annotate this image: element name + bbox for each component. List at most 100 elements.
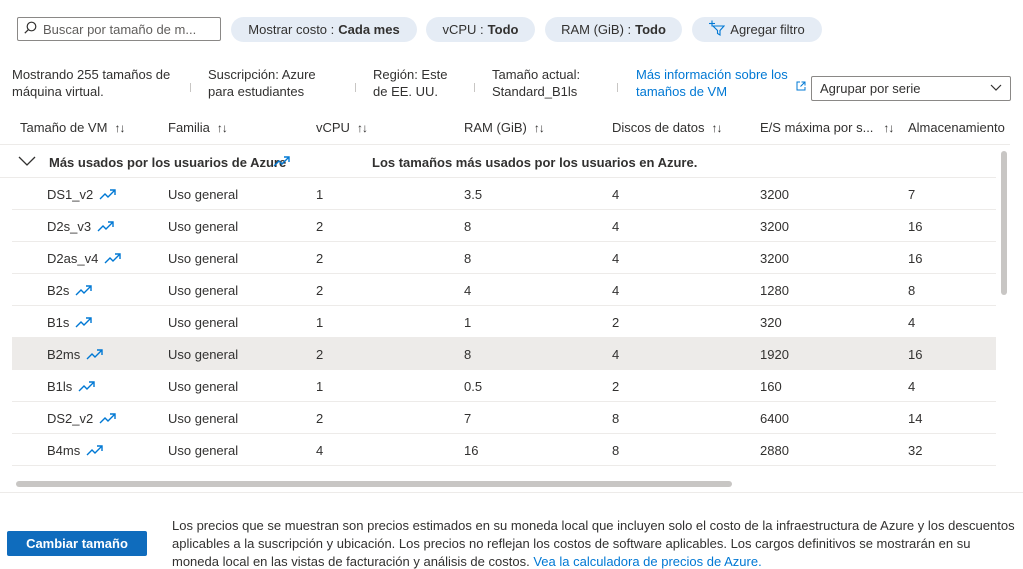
cell-size: B1s <box>47 315 93 331</box>
table-row[interactable]: B1s Uso general 1 1 2 320 4 <box>12 306 996 338</box>
table-row[interactable]: DS2_v2 Uso general 2 7 8 6400 14 <box>12 402 996 434</box>
cell-text: 32 <box>908 443 923 458</box>
cell-disks: 8 <box>612 443 619 458</box>
cell-ram: 8 <box>464 347 471 362</box>
table-row[interactable]: D2as_v4 Uso general 2 8 4 3200 16 <box>12 242 996 274</box>
column-header-data-disks[interactable]: Discos de datos ↑↓ <box>612 120 723 135</box>
cell-text: 16 <box>908 219 923 234</box>
table-row[interactable]: D2s_v3 Uso general 2 8 4 3200 16 <box>12 210 996 242</box>
search-input[interactable] <box>43 21 213 37</box>
pricing-note: Los precios que se muestran son precios … <box>172 517 1017 569</box>
cell-storage: 32 <box>908 443 922 458</box>
cell-storage: 4 <box>908 315 915 330</box>
vm-sizes-info-link[interactable]: Más información sobre los tamaños de VM <box>636 66 796 100</box>
current-size-info: Tamaño actual: Standard_B1ls <box>492 66 580 100</box>
external-link-icon[interactable] <box>796 79 806 94</box>
sort-icon[interactable]: ↑↓ <box>114 121 125 135</box>
sort-icon[interactable]: ↑↓ <box>712 121 723 135</box>
group-by-dropdown[interactable]: Agrupar por serie <box>811 76 1011 101</box>
cell-vcpu: 1 <box>316 187 323 202</box>
group-row[interactable]: Más usados por los usuarios de Azure Los… <box>0 146 996 178</box>
cell-text: D2as_v4 <box>47 251 99 266</box>
add-filter-icon <box>709 20 730 39</box>
table-row[interactable]: B2s Uso general 2 4 4 1280 8 <box>12 274 996 306</box>
filter-label: Mostrar costo : <box>248 22 335 37</box>
cell-text: 4 <box>464 283 472 298</box>
filter-ram[interactable]: RAM (GiB) : Todo <box>545 17 682 42</box>
horizontal-scrollbar[interactable] <box>12 479 996 489</box>
cell-text: Uso general <box>168 347 239 362</box>
cell-vcpu: 2 <box>316 347 323 362</box>
cell-text: 0.5 <box>464 379 483 394</box>
link-line: Más información sobre los <box>636 67 788 82</box>
trending-up-icon <box>99 412 117 427</box>
cell-storage: 14 <box>908 411 922 426</box>
cell-ram: 8 <box>464 251 471 266</box>
column-label: Almacenamiento <box>908 120 1005 135</box>
cell-ram: 3.5 <box>464 187 482 202</box>
table-row[interactable]: DS1_v2 Uso general 1 3.5 4 3200 7 <box>12 178 996 210</box>
filter-value: Todo <box>487 22 519 37</box>
scroll-thumb[interactable] <box>16 481 732 487</box>
cell-vcpu: 2 <box>316 219 323 234</box>
cell-disks: 4 <box>612 251 619 266</box>
cell-text: 2 <box>316 411 324 426</box>
cell-iops: 3200 <box>760 219 789 234</box>
filter-vcpu[interactable]: vCPU : Todo <box>426 17 535 42</box>
cell-text: Uso general <box>168 187 239 202</box>
cell-text: 4 <box>908 379 916 394</box>
cell-vcpu: 1 <box>316 315 323 330</box>
cell-disks: 4 <box>612 187 619 202</box>
cell-text: 8 <box>908 283 916 298</box>
cell-text: 2 <box>316 347 324 362</box>
cell-text: 2 <box>316 219 324 234</box>
cell-family: Uso general <box>168 219 238 234</box>
info-line: Suscripción: Azure <box>208 67 316 82</box>
filter-label: RAM (GiB) : <box>561 22 632 37</box>
cell-disks: 4 <box>612 219 619 234</box>
resize-button[interactable]: Cambiar tamaño <box>7 531 147 556</box>
column-label: E/S máxima por s... <box>760 120 874 135</box>
column-header-size[interactable]: Tamaño de VM ↑↓ <box>20 120 125 135</box>
column-header-vcpu[interactable]: vCPU ↑↓ <box>316 120 368 135</box>
cell-family: Uso general <box>168 315 238 330</box>
vertical-scrollbar[interactable] <box>998 148 1010 466</box>
sort-icon[interactable]: ↑↓ <box>217 121 228 135</box>
filter-show-cost[interactable]: Mostrar costo : Cada mes <box>231 17 417 42</box>
chevron-down-icon[interactable] <box>18 155 36 170</box>
sort-icon[interactable]: ↑↓ <box>357 121 368 135</box>
search-box[interactable] <box>17 17 221 41</box>
sort-icon[interactable]: ↑↓ <box>534 121 545 135</box>
trending-up-icon <box>75 284 93 299</box>
cell-text: 6400 <box>760 411 789 426</box>
add-filter-label: Agregar filtro <box>730 22 805 37</box>
cell-text: 4 <box>612 251 620 266</box>
cell-ram: 16 <box>464 443 478 458</box>
column-header-family[interactable]: Familia ↑↓ <box>168 120 228 135</box>
column-label: Tamaño de VM <box>20 120 108 135</box>
trending-up-icon <box>75 316 93 331</box>
pricing-calculator-link[interactable]: Vea la calculadora de precios de Azure. <box>533 554 761 569</box>
cell-vcpu: 4 <box>316 443 323 458</box>
info-line: de EE. UU. <box>373 84 439 99</box>
cell-text: D2s_v3 <box>47 219 92 234</box>
trending-up-icon <box>104 252 122 267</box>
cell-text: B1s <box>47 315 70 330</box>
column-header-max-iops[interactable]: E/S máxima por s... ↑↓ <box>760 120 894 135</box>
info-line: Tamaño actual: <box>492 67 581 82</box>
cell-ram: 4 <box>464 283 471 298</box>
scroll-thumb[interactable] <box>1001 151 1007 295</box>
table-row[interactable]: B4ms Uso general 4 16 8 2880 32 <box>12 434 996 466</box>
table-row[interactable]: B1ls Uso general 1 0.5 2 160 4 <box>12 370 996 402</box>
cell-text: 4 <box>612 187 620 202</box>
table-row[interactable]: B2ms Uso general 2 8 4 1920 16 <box>12 338 996 370</box>
column-header-ram[interactable]: RAM (GiB) ↑↓ <box>464 120 545 135</box>
cell-family: Uso general <box>168 411 238 426</box>
add-filter-button[interactable]: Agregar filtro <box>692 17 822 42</box>
trending-up-icon <box>273 155 291 170</box>
cell-family: Uso general <box>168 347 238 362</box>
region-info: Región: Este de EE. UU. <box>373 66 447 100</box>
column-header-storage[interactable]: Almacenamiento <box>908 120 1005 135</box>
group-by-value: Agrupar por serie <box>820 81 921 96</box>
sort-icon[interactable]: ↑↓ <box>883 121 894 135</box>
